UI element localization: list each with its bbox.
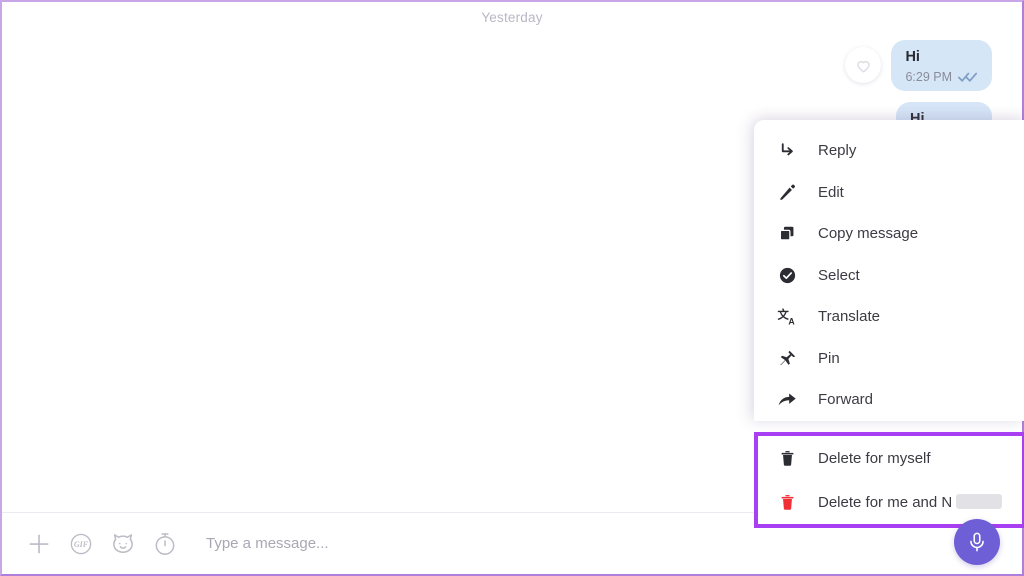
message-row: Hi 6:29 PM	[845, 40, 992, 91]
microphone-icon	[970, 532, 984, 552]
plus-icon[interactable]	[22, 527, 56, 561]
day-divider: Yesterday	[481, 10, 543, 25]
message-text: Hi	[905, 49, 920, 65]
menu-item-label: Forward	[818, 391, 874, 409]
svg-text:A: A	[788, 317, 795, 327]
delete-options-highlight: Delete for myself Delete for me and N	[754, 432, 1024, 528]
svg-text:GIF: GIF	[74, 540, 89, 549]
message-time: 6:29 PM	[905, 69, 952, 84]
double-check-icon	[958, 72, 978, 82]
menu-item-label: Edit	[818, 183, 844, 201]
pin-icon	[776, 347, 798, 369]
translate-icon: 文 A	[776, 306, 798, 328]
message-bubble[interactable]: Hi 6:29 PM	[891, 40, 992, 91]
menu-item-forward[interactable]: Forward	[754, 379, 1024, 421]
menu-item-label: Delete for me and N	[818, 493, 1003, 511]
menu-item-copy-message[interactable]: Copy message	[754, 213, 1024, 255]
menu-item-pin[interactable]: Pin	[754, 337, 1024, 379]
sticker-icon[interactable]	[106, 527, 140, 561]
menu-item-label-text: Delete for me and N	[818, 493, 953, 511]
menu-item-reply[interactable]: Reply	[754, 130, 1024, 172]
timer-icon[interactable]	[148, 527, 182, 561]
pencil-icon	[776, 181, 798, 203]
menu-item-label: Reply	[818, 142, 857, 160]
menu-item-label: Pin	[818, 349, 840, 367]
forward-arrow-icon	[776, 389, 798, 411]
menu-item-edit[interactable]: Edit	[754, 171, 1024, 213]
message-input[interactable]	[206, 535, 706, 552]
message-meta: 6:29 PM	[905, 70, 978, 84]
gif-icon[interactable]: GIF	[64, 527, 98, 561]
check-circle-icon	[776, 264, 798, 286]
heart-icon	[857, 60, 870, 73]
redacted-name	[956, 493, 1003, 509]
chat-window: Yesterday Hi 6:29 PM Hi Reply Edit Copy …	[0, 0, 1024, 576]
reply-arrow-icon	[776, 140, 798, 162]
reaction-button[interactable]	[845, 47, 882, 84]
trash-black-icon	[776, 447, 798, 469]
message-context-menu: Reply Edit Copy message Select 文 A Trans…	[754, 120, 1024, 421]
menu-item-delete-for-myself[interactable]: Delete for myself	[758, 436, 1022, 480]
trash-red-icon	[776, 491, 798, 513]
menu-item-label: Select	[818, 266, 860, 284]
menu-item-label: Translate	[818, 308, 880, 326]
menu-item-delete-for-everyone[interactable]: Delete for me and N	[758, 480, 1022, 524]
menu-item-translate[interactable]: 文 A Translate	[754, 296, 1024, 338]
copy-icon	[776, 223, 798, 245]
menu-item-select[interactable]: Select	[754, 254, 1024, 296]
menu-item-label: Copy message	[818, 225, 919, 243]
voice-record-button[interactable]	[954, 519, 1000, 565]
menu-item-label: Delete for myself	[818, 449, 931, 467]
